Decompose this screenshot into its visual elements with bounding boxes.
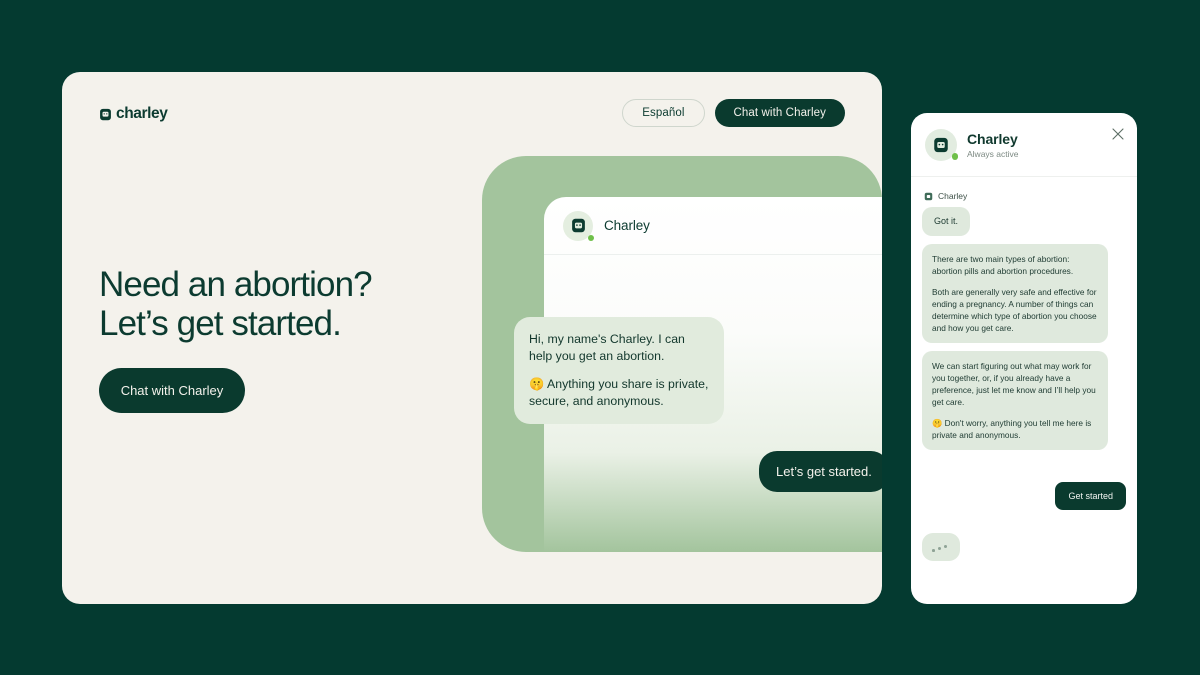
header-actions: Español Chat with Charley <box>622 99 845 127</box>
header-chat-button[interactable]: Chat with Charley <box>714 99 845 127</box>
chat-widget-messages: Charley Got it. There are two main types… <box>911 177 1137 604</box>
get-started-button[interactable]: Get started <box>1055 482 1126 511</box>
message-sender: Charley <box>924 191 1126 201</box>
illustration-incoming-p2: 🤫 Anything you share is private, secure,… <box>529 377 709 408</box>
hero-cta-button[interactable]: Chat with Charley <box>99 368 245 413</box>
charley-bot-avatar-icon <box>934 137 948 152</box>
message-paragraph: Both are generally very safe and effecti… <box>932 287 1097 334</box>
page-root: charley Español Chat with Charley Need a… <box>0 0 1200 675</box>
typing-dot <box>938 547 941 551</box>
close-icon[interactable] <box>1111 127 1125 141</box>
phone-mockup: Charley Hi, my name's Charley. I can hel… <box>514 197 882 552</box>
charley-face-icon <box>100 108 111 120</box>
chat-quick-reply-row: Get started <box>922 482 1126 511</box>
hero-illustration: Charley Hi, my name's Charley. I can hel… <box>482 156 882 552</box>
chat-widget: Charley Always active Charley Got it. Th… <box>911 113 1137 604</box>
online-status-dot <box>588 234 594 241</box>
illustration-outgoing-bubble: Let’s get started. <box>759 451 882 492</box>
chat-widget-status: Always active <box>967 148 1019 159</box>
charley-mini-icon <box>924 192 933 200</box>
chat-widget-title: Charley <box>967 130 1018 147</box>
chat-widget-identity: Charley Always active <box>967 131 1019 159</box>
chat-message-bubble: Got it. <box>922 207 971 237</box>
typing-indicator <box>922 533 960 562</box>
phone-chat-header: Charley <box>544 197 882 255</box>
chat-message-bubble: We can start figuring out what may work … <box>922 351 1108 451</box>
message-paragraph: 🤫 Don't worry, anything you tell me here… <box>932 418 1092 441</box>
language-toggle-button[interactable]: Español <box>622 99 705 127</box>
message-sender-name: Charley <box>938 191 968 201</box>
page-title: Need an abortion? Let’s get started. <box>99 265 373 344</box>
message-paragraph: We can start figuring out what may work … <box>932 361 1096 408</box>
typing-dot <box>932 549 935 552</box>
illustration-incoming-bubble: Hi, my name's Charley. I can help you ge… <box>514 317 724 425</box>
headline-line-1: Need an abortion? <box>99 265 373 304</box>
message-paragraph: There are two main types of abortion: ab… <box>932 254 1074 277</box>
typing-dot <box>944 544 948 549</box>
brand-name: charley <box>116 105 168 122</box>
charley-bot-avatar-icon <box>571 218 585 233</box>
headline-line-2: Let’s get started. <box>99 304 342 344</box>
chat-widget-avatar <box>925 128 958 161</box>
chat-message-bubble: There are two main types of abortion: ab… <box>922 244 1108 344</box>
phone-chat-title: Charley <box>604 218 650 233</box>
brand-logo[interactable]: charley <box>99 105 168 123</box>
hero-card: charley Español Chat with Charley Need a… <box>62 72 882 604</box>
chat-widget-header: Charley Always active <box>911 113 1137 177</box>
illustration-incoming-p1: Hi, my name's Charley. I can help you ge… <box>529 332 685 363</box>
avatar <box>563 210 594 241</box>
online-status-dot <box>951 153 958 160</box>
